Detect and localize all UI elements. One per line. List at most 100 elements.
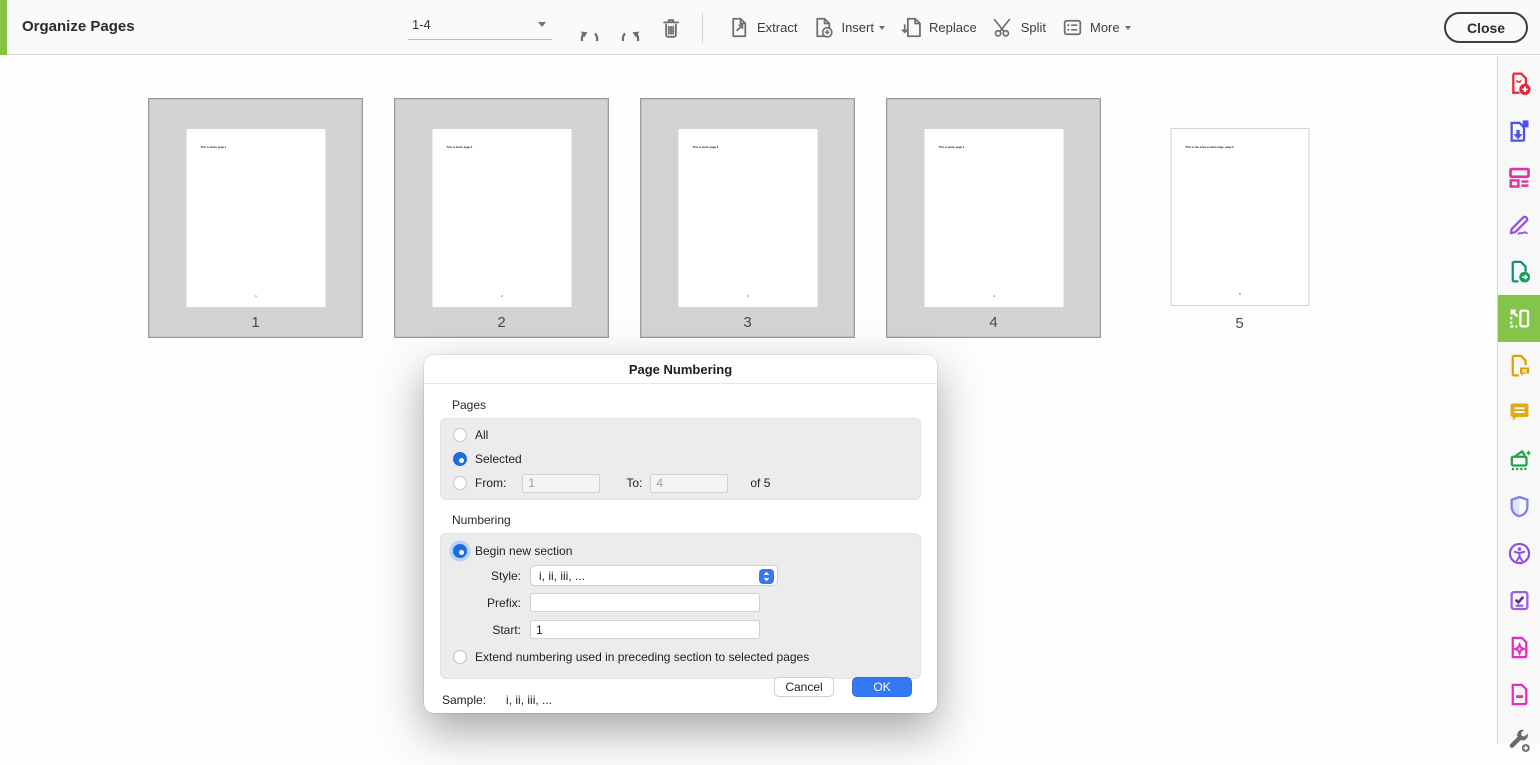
request-signatures-tool[interactable] [1498, 342, 1540, 389]
pages-section-label: Pages [452, 398, 921, 412]
organize-pages-tool[interactable] [1498, 295, 1540, 342]
page-footer-number: 1 [221, 295, 291, 298]
rotate-left-icon [576, 14, 603, 41]
toolbar-separator [702, 13, 703, 43]
page-preview: This is demo page 4 4 [924, 129, 1063, 307]
fill-and-sign-tool[interactable] [1498, 201, 1540, 248]
create-pdf-tool[interactable] [1498, 60, 1540, 107]
page-body-text: This is demo page 2 [446, 146, 472, 149]
numbering-group: Begin new section Style: i, ii, iii, ...… [440, 533, 921, 679]
close-button[interactable]: Close [1444, 12, 1528, 43]
page-thumbnail-4[interactable]: This is demo page 4 4 4 [886, 98, 1101, 338]
replace-button[interactable]: Replace [899, 15, 977, 40]
compress-pdf-tool[interactable] [1498, 624, 1540, 671]
page-preview: This is demo page 1 1 [186, 129, 325, 307]
page-thumbnail-3[interactable]: This is demo page 3 3 3 [640, 98, 855, 338]
selected-radio[interactable] [453, 452, 467, 466]
page-footer-number: 3 [713, 295, 783, 298]
sample-label: Sample: [442, 693, 486, 707]
split-scissors-icon [991, 15, 1016, 40]
prefix-input[interactable] [530, 593, 760, 612]
insert-button[interactable]: Insert [811, 15, 885, 40]
page-body-text: This is demo page 4 [938, 146, 964, 149]
thumbnail-label: 3 [641, 314, 854, 331]
replace-icon [899, 15, 924, 40]
chevron-down-icon [879, 26, 885, 30]
accessibility-tool[interactable] [1498, 530, 1540, 577]
page-footer-number: 2 [467, 295, 537, 298]
cancel-button[interactable]: Cancel [774, 677, 834, 697]
page-footer-number: 4 [959, 295, 1029, 298]
split-label: Split [1021, 20, 1046, 35]
page-body-text: This is demo page 1 [200, 146, 226, 149]
rotate-left-button[interactable] [576, 14, 603, 41]
to-label: To: [626, 476, 642, 490]
page-preview: This is the extra content page, page 5 5 [1170, 128, 1309, 306]
extract-icon [727, 15, 752, 40]
page-numbering-dialog: Page Numbering Pages All Selected From: … [424, 355, 937, 713]
of-total-label: of 5 [750, 476, 770, 490]
rotate-right-button[interactable] [617, 14, 644, 41]
document-comment-icon [1506, 352, 1533, 379]
selected-radio-label: Selected [475, 452, 522, 466]
extend-numbering-label: Extend numbering used in preceding secti… [475, 650, 809, 664]
export-pdf-icon [1506, 117, 1533, 144]
comment-tool[interactable] [1498, 389, 1540, 436]
insert-label: Insert [841, 20, 874, 35]
from-label: From: [475, 476, 506, 490]
page-preview: This is demo page 2 2 [432, 129, 571, 307]
page-thumbnail-5[interactable]: This is the extra content page, page 5 5… [1132, 98, 1347, 338]
from-input[interactable] [522, 474, 600, 493]
more-list-icon [1060, 15, 1085, 40]
prepare-form-tool[interactable] [1498, 577, 1540, 624]
shield-icon [1506, 493, 1533, 520]
tools-sidebar [1497, 56, 1540, 744]
delete-pages-button[interactable] [658, 15, 684, 41]
style-select[interactable]: i, ii, iii, ... [530, 565, 778, 586]
begin-new-section-label: Begin new section [475, 544, 572, 558]
trash-icon [658, 15, 684, 41]
add-tools-button[interactable] [1498, 718, 1540, 765]
prefix-label: Prefix: [453, 596, 521, 610]
style-label: Style: [453, 569, 521, 583]
edit-pdf-icon [1506, 164, 1533, 191]
page-range-value: 1-4 [412, 17, 431, 32]
from-radio[interactable] [453, 476, 467, 490]
extend-numbering-radio[interactable] [453, 650, 467, 664]
wrench-plus-icon [1506, 728, 1533, 755]
chevron-down-icon [1125, 26, 1131, 30]
accessibility-icon [1506, 540, 1533, 567]
compress-pdf-icon [1506, 634, 1533, 661]
scan-ocr-tool[interactable] [1498, 436, 1540, 483]
pages-group: All Selected From: To: of 5 [440, 418, 921, 500]
edit-pdf-tool[interactable] [1498, 154, 1540, 201]
share-pdf-tool[interactable] [1498, 248, 1540, 295]
start-input[interactable] [530, 620, 760, 639]
all-radio[interactable] [453, 428, 467, 442]
page-thumbnail-1[interactable]: This is demo page 1 1 1 [148, 98, 363, 338]
export-pdf-tool[interactable] [1498, 107, 1540, 154]
page-range-dropdown[interactable]: 1-4 [408, 15, 552, 40]
comment-bubble-icon [1506, 399, 1533, 426]
dialog-title: Page Numbering [424, 355, 937, 384]
all-radio-label: All [475, 428, 488, 442]
extract-label: Extract [757, 20, 797, 35]
ok-button[interactable]: OK [852, 677, 912, 697]
thumbnail-label: 1 [149, 314, 362, 331]
sample-value: i, ii, iii, ... [506, 693, 552, 707]
top-toolbar: Organize Pages 1-4 [0, 0, 1540, 55]
style-select-value: i, ii, iii, ... [539, 569, 585, 583]
rotate-right-icon [617, 14, 644, 41]
extract-button[interactable]: Extract [727, 15, 797, 40]
split-button[interactable]: Split [991, 15, 1046, 40]
page-thumbnail-2[interactable]: This is demo page 2 2 2 [394, 98, 609, 338]
page-preview: This is demo page 3 3 [678, 129, 817, 307]
thumbnail-label: 5 [1132, 315, 1347, 332]
replace-label: Replace [929, 20, 977, 35]
protect-tool[interactable] [1498, 483, 1540, 530]
to-input[interactable] [650, 474, 728, 493]
more-button[interactable]: More [1060, 15, 1131, 40]
redact-tool[interactable] [1498, 671, 1540, 718]
thumbnail-label: 4 [887, 314, 1100, 331]
begin-new-section-radio[interactable] [453, 544, 467, 558]
